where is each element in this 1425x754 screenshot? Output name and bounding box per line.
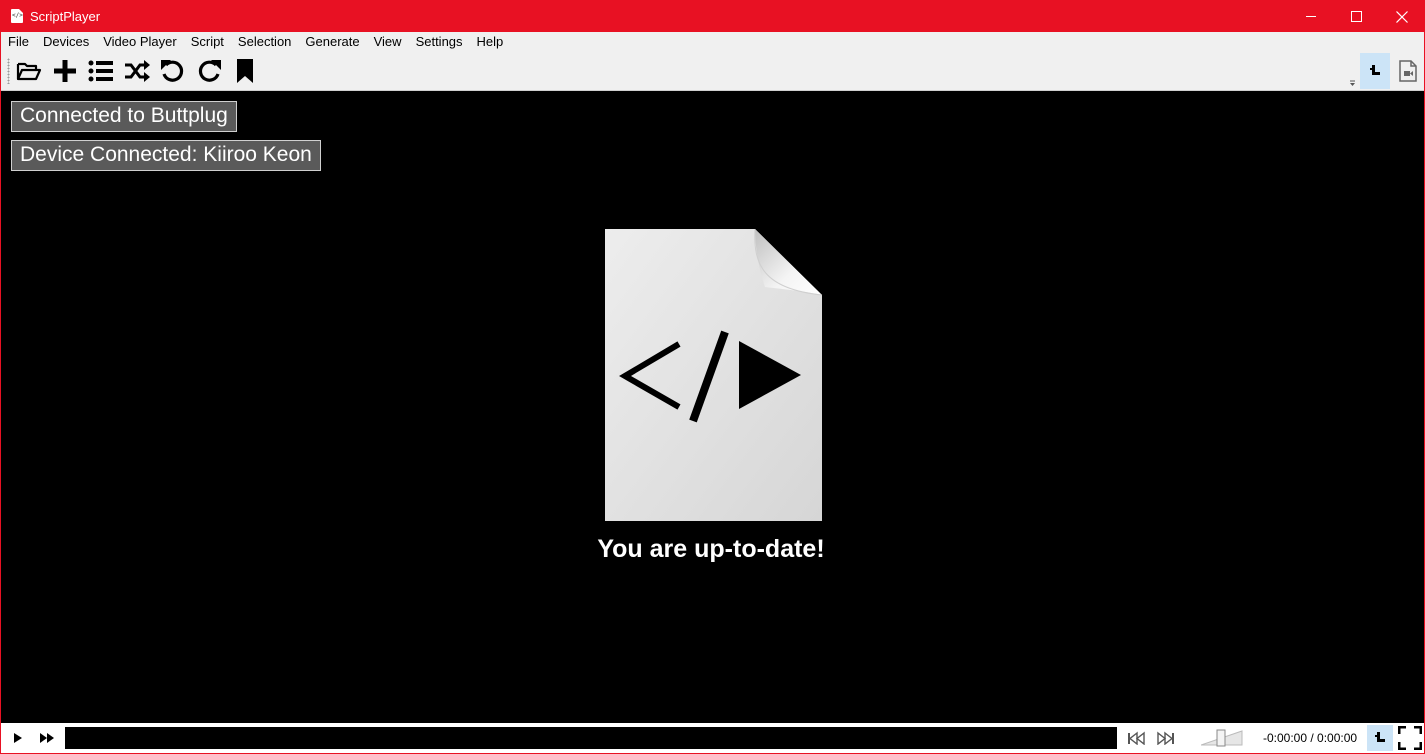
shuffle-icon: [125, 60, 150, 82]
playlist-icon: [88, 60, 113, 82]
minimize-icon: [1306, 16, 1316, 17]
close-icon: [1395, 10, 1408, 23]
play-icon: [14, 733, 22, 743]
play-button[interactable]: [6, 728, 28, 748]
next-button[interactable]: [1155, 728, 1177, 748]
previous-icon: [1128, 731, 1145, 745]
rotate-left-button[interactable]: [157, 56, 189, 86]
app-icon: </>: [11, 9, 23, 23]
script-logo: [605, 228, 823, 521]
menu-generate[interactable]: Generate: [298, 33, 366, 51]
maximize-icon: [1351, 11, 1362, 22]
open-folder-icon: [16, 62, 42, 81]
update-message: You are up-to-date!: [597, 535, 825, 563]
device-output-button[interactable]: [1367, 725, 1393, 751]
menu-file[interactable]: File: [1, 33, 36, 51]
rotate-left-icon: [161, 60, 184, 82]
previous-button[interactable]: [1125, 728, 1147, 748]
device-icon: [1370, 65, 1380, 75]
rotate-right-icon: [198, 60, 221, 82]
next-icon: [1157, 731, 1174, 745]
volume-slider[interactable]: [1200, 729, 1243, 747]
fullscreen-button[interactable]: [1398, 726, 1422, 750]
script-document-icon: [605, 228, 823, 521]
add-button[interactable]: [49, 56, 81, 86]
device-toggle-button[interactable]: [1360, 53, 1390, 89]
toolbar-overflow-grip[interactable]: [1347, 54, 1357, 88]
title-bar[interactable]: </> ScriptPlayer: [1, 1, 1424, 32]
buttplug-status: Connected to Buttplug: [11, 101, 237, 132]
playlist-button[interactable]: [85, 56, 117, 86]
menu-video-player[interactable]: Video Player: [96, 33, 183, 51]
playback-controls: -0:00:00 / 0:00:00: [1, 723, 1424, 753]
menu-bar: File Devices Video Player Script Selecti…: [1, 32, 1424, 52]
volume-thumb[interactable]: [1216, 729, 1226, 747]
device-icon: [1375, 732, 1385, 742]
video-area[interactable]: Connected to Buttplug Device Connected: …: [1, 91, 1424, 723]
bookmark-icon: [237, 59, 253, 83]
app-window: </> ScriptPlayer File Devices Video Play…: [0, 0, 1425, 754]
menu-selection[interactable]: Selection: [231, 33, 298, 51]
bookmark-button[interactable]: [229, 56, 261, 86]
menu-view[interactable]: View: [367, 33, 409, 51]
toolbar-grip[interactable]: [7, 58, 10, 84]
seek-bar[interactable]: [65, 727, 1117, 749]
script-file-icon: [1399, 60, 1417, 82]
toolbar: [1, 52, 1424, 91]
time-display: -0:00:00 / 0:00:00: [1263, 731, 1358, 745]
menu-help[interactable]: Help: [470, 33, 511, 51]
minimize-button[interactable]: [1289, 1, 1334, 32]
script-file-button[interactable]: [1394, 56, 1422, 86]
open-button[interactable]: [13, 56, 45, 86]
menu-settings[interactable]: Settings: [409, 33, 470, 51]
rotate-right-button[interactable]: [193, 56, 225, 86]
fullscreen-icon: [1398, 726, 1422, 750]
fast-forward-icon: [40, 733, 54, 743]
menu-devices[interactable]: Devices: [36, 33, 96, 51]
shuffle-button[interactable]: [121, 56, 153, 86]
device-status: Device Connected: Kiiroo Keon: [11, 140, 321, 171]
window-title: ScriptPlayer: [30, 9, 101, 24]
fast-forward-button[interactable]: [36, 728, 58, 748]
maximize-button[interactable]: [1334, 1, 1379, 32]
menu-script[interactable]: Script: [184, 33, 231, 51]
close-button[interactable]: [1379, 1, 1424, 32]
add-icon: [54, 60, 76, 82]
